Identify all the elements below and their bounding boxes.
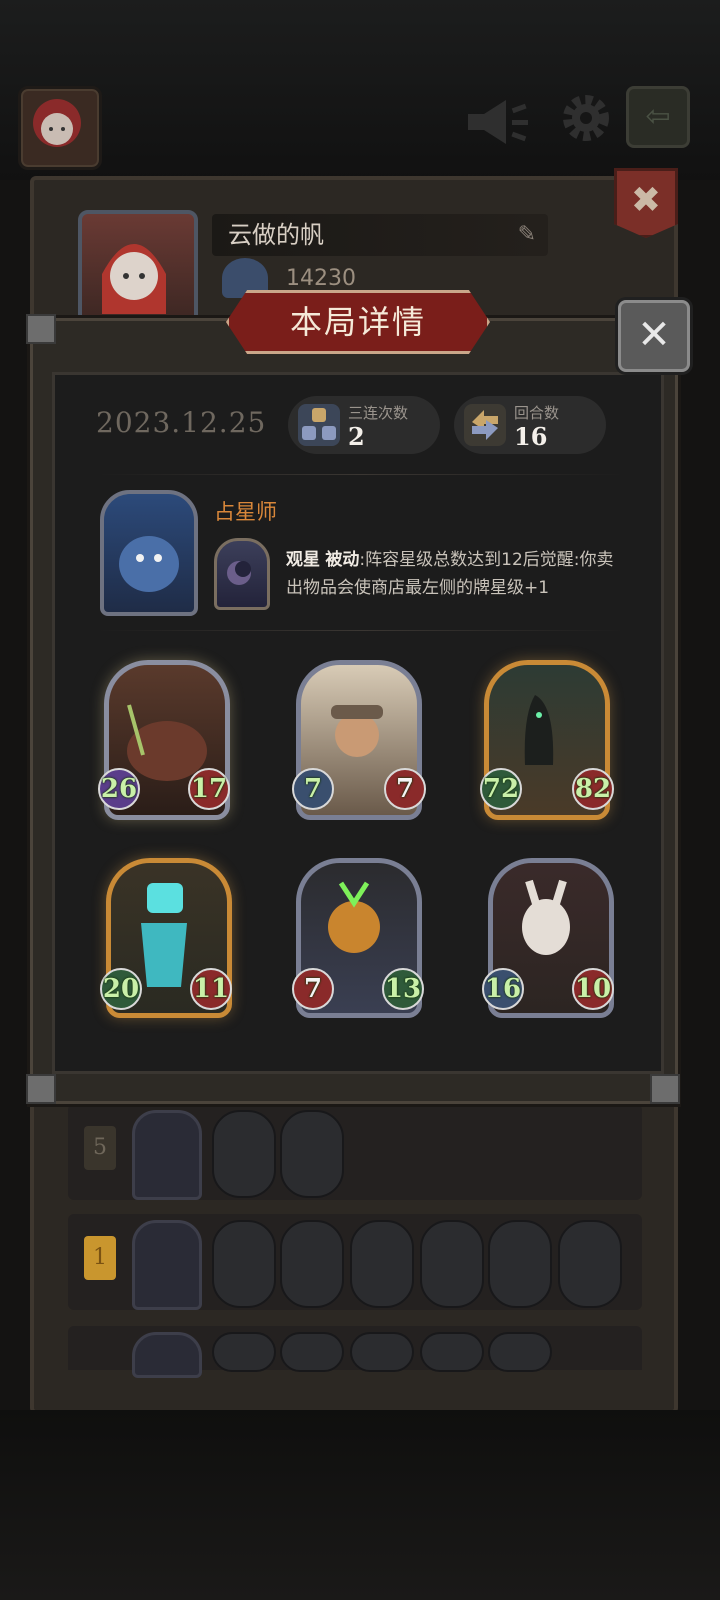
row-unit-portrait bbox=[420, 1220, 484, 1308]
stat-label: 三连次数 bbox=[348, 404, 409, 422]
hero-name: 占星师 bbox=[214, 500, 277, 524]
profile-avatar bbox=[78, 210, 198, 330]
row-unit-portrait bbox=[488, 1332, 552, 1372]
profile-close-button[interactable]: ✖ bbox=[614, 168, 678, 238]
row-unit-portrait bbox=[212, 1110, 276, 1198]
skill-name: 观星 bbox=[286, 550, 320, 570]
row-unit-portrait bbox=[212, 1332, 276, 1372]
row-unit-portrait bbox=[212, 1220, 276, 1308]
rank-badge: 5 bbox=[84, 1126, 116, 1170]
row-hero-portrait bbox=[132, 1110, 202, 1200]
player-score: 14230 bbox=[286, 266, 356, 291]
avatar-portrait-icon bbox=[33, 99, 81, 147]
stat-label: 回合数 bbox=[514, 404, 560, 422]
row-unit-portrait bbox=[280, 1110, 344, 1198]
skill-type: 被动 bbox=[325, 550, 360, 570]
modal-title: 本局详情 bbox=[226, 290, 490, 354]
player-avatar-button[interactable] bbox=[18, 86, 102, 170]
hero-portrait[interactable] bbox=[100, 490, 198, 616]
exit-arrow-icon: ⇦ bbox=[645, 99, 671, 134]
row-unit-portrait bbox=[558, 1220, 622, 1308]
skill-description: 观星 被动:阵容星级总数达到12后觉醒:你卖出物品会使商店最左侧的牌星级+1 bbox=[286, 546, 626, 602]
stat-value: 2 bbox=[348, 422, 365, 451]
unit-health: 82 bbox=[572, 768, 614, 810]
unit-attack: 7 bbox=[292, 768, 334, 810]
gear-icon bbox=[563, 95, 609, 141]
frame-corner bbox=[26, 1074, 56, 1104]
unit-attack: 16 bbox=[482, 968, 524, 1010]
unit-attack: 26 bbox=[98, 768, 140, 810]
announcement-button[interactable] bbox=[462, 92, 532, 152]
stat-value: 16 bbox=[514, 422, 548, 451]
footer-background bbox=[0, 1410, 720, 1600]
player-name-field[interactable]: 云做的帆 ✎ bbox=[212, 214, 548, 256]
round-count-stat: 回合数 16 bbox=[454, 396, 606, 454]
row-unit-portrait bbox=[280, 1332, 344, 1372]
unit-health: 11 bbox=[190, 968, 232, 1010]
history-row[interactable] bbox=[68, 1326, 642, 1378]
avatar-portrait-icon bbox=[102, 244, 166, 314]
row-unit-portrait bbox=[488, 1220, 552, 1308]
history-row[interactable]: 1 bbox=[68, 1214, 642, 1310]
unit-attack: 20 bbox=[100, 968, 142, 1010]
skill-icon[interactable] bbox=[214, 538, 270, 610]
unit-health: 10 bbox=[572, 968, 614, 1010]
rank-badge: 1 bbox=[84, 1236, 116, 1280]
divider bbox=[96, 474, 626, 475]
unit-health: 7 bbox=[384, 768, 426, 810]
row-unit-portrait bbox=[280, 1220, 344, 1308]
triple-merge-icon bbox=[298, 404, 340, 446]
edit-pencil-icon[interactable]: ✎ bbox=[518, 214, 536, 256]
unit-attack: 72 bbox=[480, 768, 522, 810]
triple-count-stat: 三连次数 2 bbox=[288, 396, 440, 454]
divider bbox=[96, 630, 626, 631]
modal-close-button[interactable]: ✕ bbox=[618, 300, 690, 372]
exit-button[interactable]: ⇦ bbox=[626, 86, 690, 148]
frame-corner bbox=[26, 314, 56, 344]
unit-health: 13 bbox=[382, 968, 424, 1010]
unit-attack: 7 bbox=[292, 968, 334, 1010]
megaphone-icon bbox=[468, 100, 528, 144]
settings-button[interactable] bbox=[556, 88, 616, 148]
frame-corner bbox=[650, 1074, 680, 1104]
row-unit-portrait bbox=[350, 1220, 414, 1308]
row-unit-portrait bbox=[420, 1332, 484, 1372]
round-cycle-icon bbox=[464, 404, 506, 446]
match-date: 2023.12.25 bbox=[96, 406, 267, 439]
unit-health: 17 bbox=[188, 768, 230, 810]
player-name: 云做的帆 bbox=[228, 221, 324, 249]
astrologer-portrait-icon bbox=[119, 536, 179, 592]
row-hero-portrait bbox=[132, 1332, 202, 1378]
row-hero-portrait bbox=[132, 1220, 202, 1310]
close-icon: ✕ bbox=[637, 312, 671, 358]
row-unit-portrait bbox=[350, 1332, 414, 1372]
history-row[interactable]: 5 bbox=[68, 1104, 642, 1200]
close-icon: ✖ bbox=[630, 180, 662, 221]
